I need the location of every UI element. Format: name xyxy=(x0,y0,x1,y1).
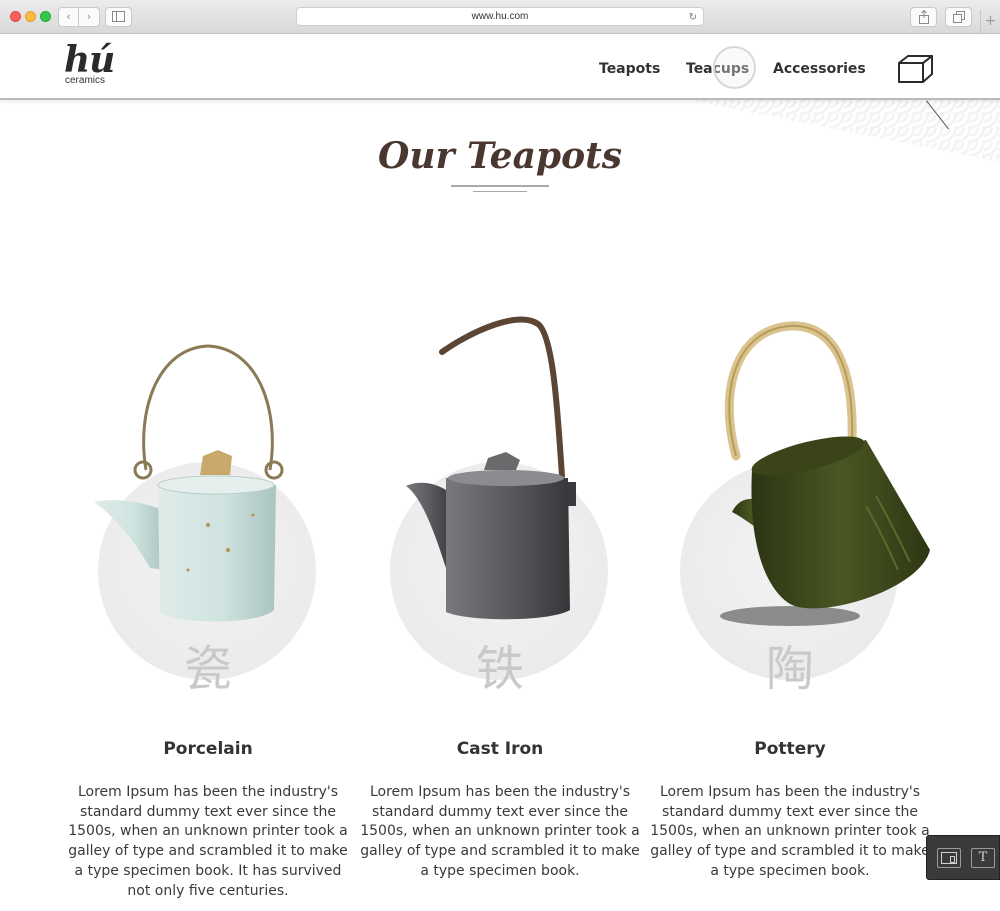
product-title: Cast Iron xyxy=(456,739,544,759)
site-header: hú ceramics Teapots Teacups Accessories xyxy=(0,34,1000,100)
cast-iron-teapot-image xyxy=(406,316,576,620)
tabs-icon xyxy=(952,11,965,23)
product-description: Lorem Ipsum has been the industry's stan… xyxy=(650,784,930,879)
pottery-teapot-image xyxy=(720,321,930,626)
tab-overview-button[interactable] xyxy=(945,7,972,27)
close-window-button[interactable] xyxy=(10,11,21,22)
porcelain-teapot-image xyxy=(94,344,284,622)
logo[interactable]: hú ceramics xyxy=(64,42,116,86)
product-card-porcelain[interactable]: 瓷 Porcelain Lorem Ipsum has been the ind… xyxy=(58,0,358,911)
product-title: Porcelain xyxy=(163,739,253,759)
hanzi-label: 铁 xyxy=(475,641,524,697)
cart-button[interactable] xyxy=(896,54,934,88)
product-description: Lorem Ipsum has been the industry's stan… xyxy=(68,784,348,899)
zoom-window-button[interactable] xyxy=(40,11,51,22)
device-preview-button[interactable] xyxy=(937,848,961,868)
nav-item-teapots[interactable]: Teapots xyxy=(599,60,660,78)
device-preview-icon xyxy=(941,852,957,864)
product-description: Lorem Ipsum has been the industry's stan… xyxy=(360,784,640,879)
product-card-pottery[interactable]: 陶 Pottery Lorem Ipsum has been the indus… xyxy=(640,0,940,911)
hanzi-label: 瓷 xyxy=(183,641,232,697)
hanzi-label: 陶 xyxy=(765,641,814,697)
box-icon xyxy=(898,55,933,83)
product-card-cast-iron[interactable]: 铁 Cast Iron Lorem Ipsum has been the ind… xyxy=(350,0,650,911)
floating-tool-panel: T xyxy=(926,835,1000,880)
text-tool-button[interactable]: T xyxy=(971,848,995,868)
product-title: Pottery xyxy=(754,739,826,759)
new-tab-button[interactable]: + xyxy=(980,10,1000,34)
cursor-highlight xyxy=(713,46,756,89)
plus-icon: + xyxy=(984,13,997,29)
nav-item-accessories[interactable]: Accessories xyxy=(773,60,866,78)
logo-mark: hú xyxy=(64,39,115,81)
minimize-window-button[interactable] xyxy=(25,11,36,22)
